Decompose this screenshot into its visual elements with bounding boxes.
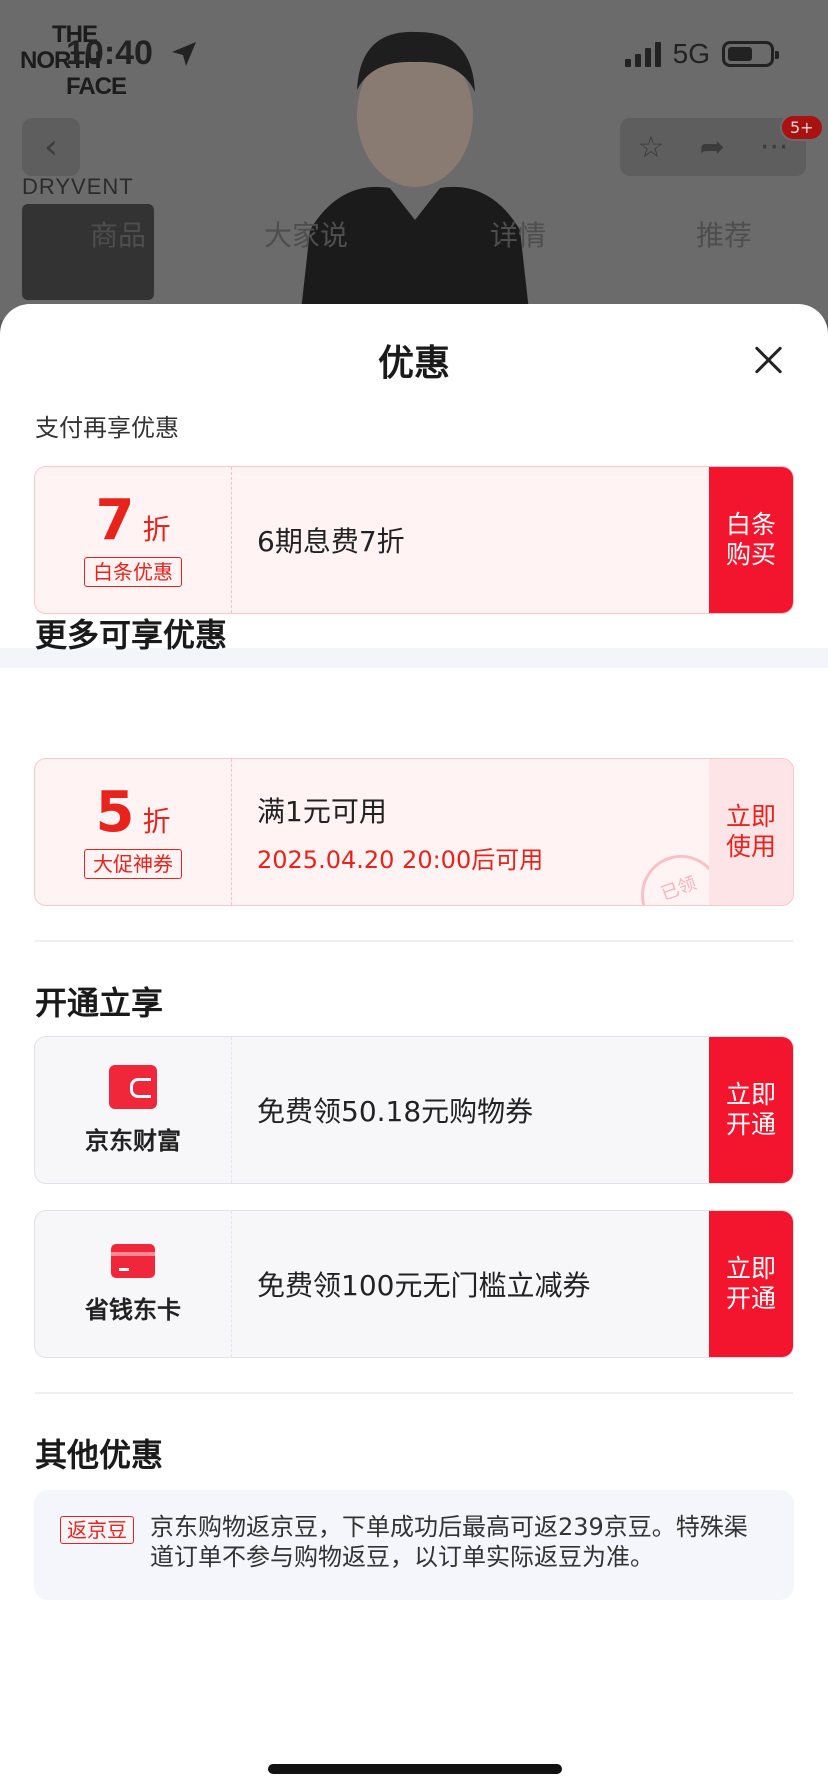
discount-number: 5 [95, 780, 135, 845]
baitiao-buy-button[interactable]: 白条购买 [709, 467, 793, 613]
offer-description: 免费领50.18元购物券 [257, 1095, 534, 1128]
network-type: 5G [672, 38, 710, 69]
bank-card-icon [111, 1243, 155, 1278]
tab-details[interactable]: 详情 [490, 214, 546, 254]
battery-icon [722, 41, 779, 67]
activate-button[interactable]: 立即开通 [709, 1037, 793, 1183]
dryvent-label: DRYVENT [22, 174, 134, 199]
discount-number: 7 [95, 488, 135, 553]
status-time: 10:40 [66, 34, 153, 72]
jd-beans-tag: 返京豆 [60, 1516, 134, 1544]
location-arrow-icon [172, 42, 196, 66]
wallet-icon [109, 1064, 157, 1109]
jd-beans-description: 京东购物返京豆，下单成功后最高可返239京豆。特殊渠道订单不参与购物返豆，以订单… [150, 1513, 748, 1571]
status-indicators: 5G [624, 38, 779, 70]
share-icon[interactable]: ➦ [700, 130, 725, 165]
tab-recommend[interactable]: 推荐 [696, 214, 752, 254]
more-section-title: 更多可享优惠 [35, 616, 228, 654]
pay-section-label: 支付再享优惠 [35, 414, 179, 442]
offer-description: 免费领100元无门槛立减券 [257, 1269, 591, 1302]
discount-unit: 折 [142, 805, 171, 838]
coupon-discount: 7 折 白条优惠 [35, 467, 231, 613]
divider [35, 940, 793, 942]
model-photo [300, 31, 530, 320]
coupon-tag: 大促神券 [84, 849, 182, 879]
jd-finance-card: 京东财富 免费领50.18元购物券 立即开通 [34, 1036, 794, 1184]
promo-coupon-card: 5 折 大促神券 满1元可用 2025.04.20 20:00后可用 已领 立即… [34, 758, 794, 906]
background-page: THE NORTH FACE 10:40 5G ‹ ☆ ➦ ··· 5+ DRY… [0, 0, 828, 320]
brand-label: 京东财富 [85, 1126, 181, 1155]
discount-sheet: 优惠 支付再享优惠 7 折 白条优惠 6期息费7折 白条购买 更多可享优惠 5 … [0, 304, 828, 1792]
header-actions: ☆ ➦ ··· [620, 118, 806, 176]
coupon-condition: 满1元可用 [257, 794, 387, 828]
saving-card: 省钱东卡 免费领100元无门槛立减券 立即开通 [34, 1210, 794, 1358]
dashed-divider [231, 1037, 232, 1183]
dashed-divider [231, 467, 232, 613]
star-icon[interactable]: ☆ [638, 130, 665, 165]
tab-reviews[interactable]: 大家说 [264, 214, 348, 254]
other-offer-box: 返京豆 京东购物返京豆，下单成功后最高可返239京豆。特殊渠道订单不参与购物返豆… [34, 1490, 794, 1600]
coupon-valid-time: 2025.04.20 20:00后可用 [257, 845, 544, 874]
coupon-discount: 5 折 大促神券 [35, 759, 231, 905]
activate-section-title: 开通立享 [35, 984, 164, 1022]
divider [35, 1392, 793, 1394]
home-indicator [268, 1764, 562, 1774]
activate-button[interactable]: 立即开通 [709, 1211, 793, 1357]
back-icon[interactable]: ‹ [22, 118, 80, 176]
card-brand: 京东财富 [35, 1037, 231, 1183]
signal-icon [624, 41, 661, 67]
dashed-divider [231, 1211, 232, 1357]
notification-badge: 5+ [780, 114, 824, 141]
baitiao-coupon-card: 7 折 白条优惠 6期息费7折 白条购买 [34, 466, 794, 614]
brand-label: 省钱东卡 [85, 1295, 181, 1324]
discount-unit: 折 [142, 513, 171, 546]
tab-product[interactable]: 商品 [90, 214, 146, 254]
close-icon[interactable] [748, 340, 788, 380]
use-now-button[interactable]: 立即使用 [709, 759, 793, 905]
other-section-title: 其他优惠 [35, 1436, 164, 1474]
dashed-divider [231, 759, 232, 905]
sheet-title: 优惠 [377, 343, 450, 384]
coupon-tag: 白条优惠 [84, 557, 182, 587]
card-brand: 省钱东卡 [35, 1211, 231, 1357]
coupon-description: 6期息费7折 [257, 525, 405, 558]
